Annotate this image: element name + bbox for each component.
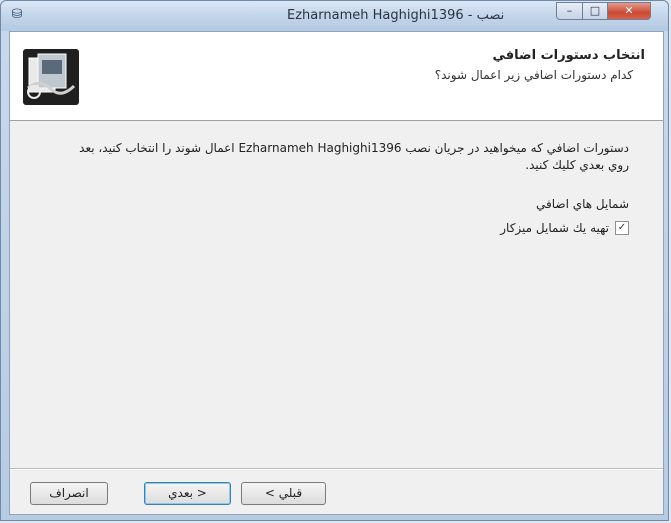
- title-bar[interactable]: ⛁ Ezharnameh Haghighi1396 - نصب – □ ✕: [1, 1, 668, 31]
- additional-icons-label: شمايل هاي اضافي: [536, 197, 629, 211]
- back-button[interactable]: < قبلي: [241, 482, 326, 505]
- window-title: Ezharnameh Haghighi1396 - نصب: [287, 8, 505, 23]
- installer-window: ⛁ Ezharnameh Haghighi1396 - نصب – □ ✕ ان…: [0, 0, 669, 521]
- cancel-button[interactable]: انصراف: [30, 482, 108, 505]
- computer-setup-icon: [23, 49, 79, 105]
- close-button[interactable]: ✕: [607, 2, 651, 20]
- desktop-icon-option[interactable]: ✓ تهيه يك شمايل ميزكار: [500, 221, 629, 235]
- wizard-client-area: انتخاب دستورات اضافي كدام دستورات اضافي …: [9, 31, 664, 515]
- page-subtitle: كدام دستورات اضافي زير اعمال شوند؟: [434, 68, 633, 82]
- instructions-text: دستورات اضافي كه ميخواهيد در جريان نصب E…: [79, 141, 629, 172]
- footer-divider: [10, 468, 663, 470]
- page-title: انتخاب دستورات اضافي: [492, 48, 646, 63]
- wizard-header: انتخاب دستورات اضافي كدام دستورات اضافي …: [10, 32, 663, 121]
- maximize-button[interactable]: □: [582, 2, 608, 20]
- setup-icon[interactable]: ⛁: [9, 7, 25, 23]
- next-button[interactable]: بعدي >: [144, 482, 231, 505]
- minimize-button[interactable]: –: [556, 2, 583, 20]
- desktop-icon-checkbox[interactable]: ✓: [615, 221, 629, 235]
- desktop-icon-checkbox-label[interactable]: تهيه يك شمايل ميزكار: [500, 221, 609, 235]
